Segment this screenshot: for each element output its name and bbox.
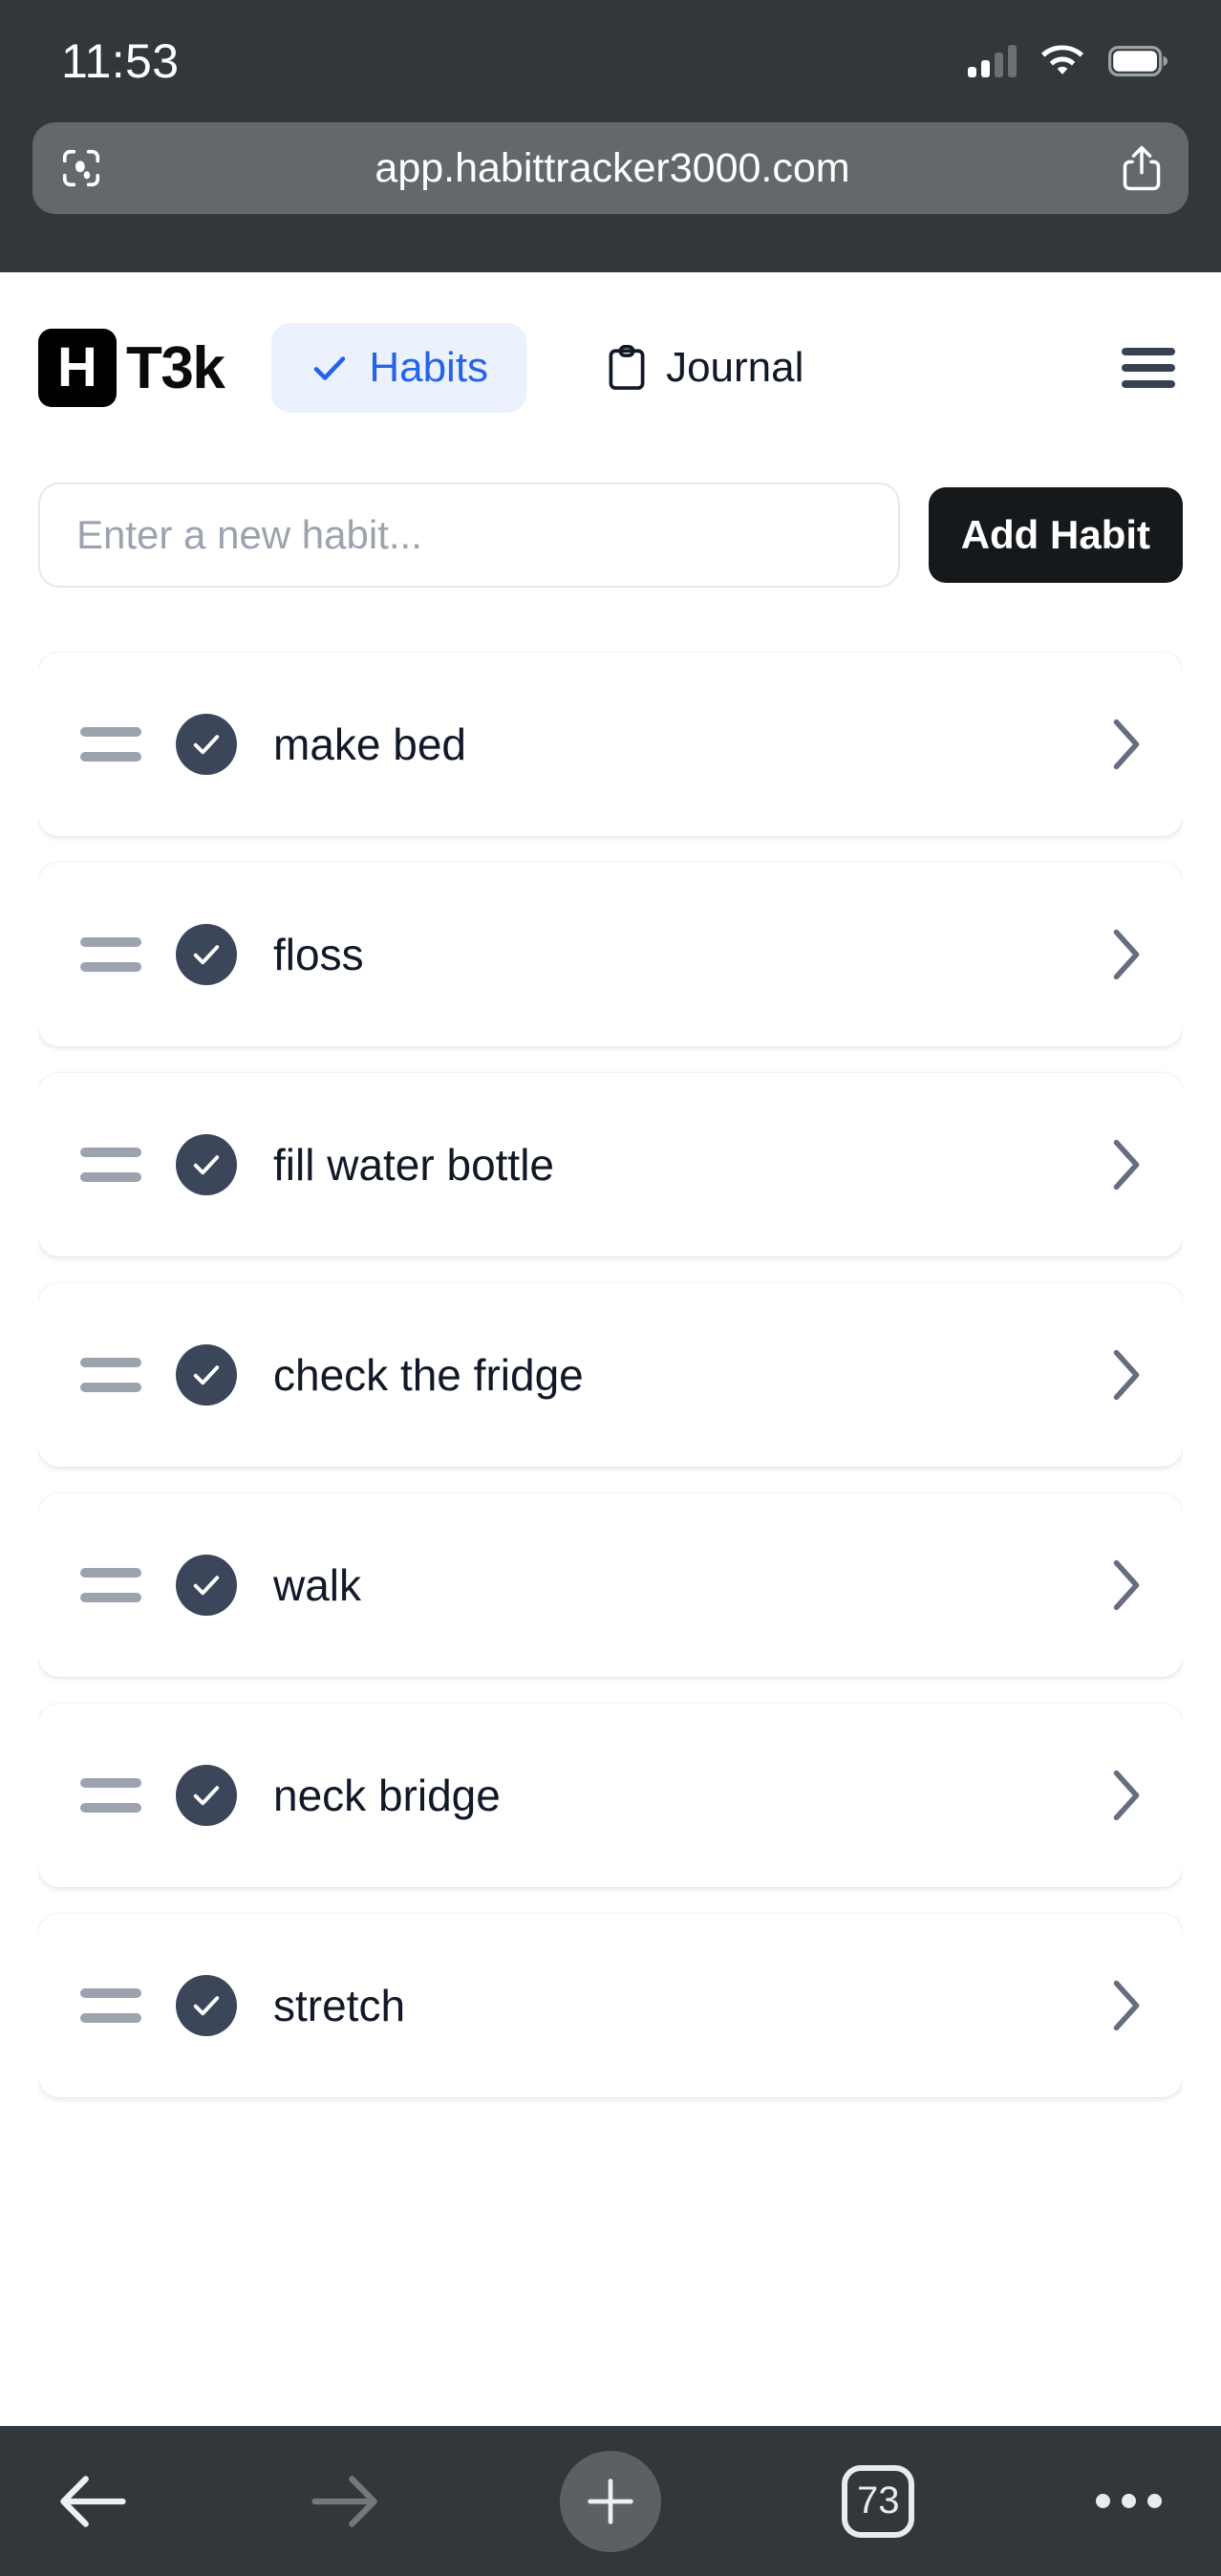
add-habit-row: Add Habit bbox=[38, 463, 1183, 607]
check-icon bbox=[193, 1155, 220, 1175]
habit-name: check the fridge bbox=[273, 1350, 584, 1400]
app-header: H T3k Habits Journal bbox=[38, 272, 1183, 463]
chevron-right-icon[interactable] bbox=[1110, 1348, 1143, 1402]
browser-bottom-toolbar: 73 bbox=[0, 2426, 1221, 2576]
drag-handle-icon[interactable] bbox=[80, 937, 141, 972]
check-icon bbox=[314, 356, 346, 380]
chevron-right-icon[interactable] bbox=[1110, 928, 1143, 981]
habit-row[interactable]: neck bridge bbox=[38, 1704, 1183, 1887]
drag-handle-icon[interactable] bbox=[80, 1778, 141, 1813]
cellular-signal-icon bbox=[968, 45, 1017, 77]
brand-logo[interactable]: H T3k bbox=[38, 329, 225, 407]
browser-top-chrome: 11:53 app.habittracker3000.com bbox=[0, 0, 1221, 272]
habit-checkbox[interactable] bbox=[176, 924, 237, 985]
habit-row[interactable]: walk bbox=[38, 1493, 1183, 1677]
habit-name: neck bridge bbox=[273, 1771, 501, 1820]
check-icon bbox=[193, 1365, 220, 1385]
habit-checkbox[interactable] bbox=[176, 1555, 237, 1616]
drag-handle-icon[interactable] bbox=[80, 1988, 141, 2023]
check-icon bbox=[193, 945, 220, 965]
chevron-right-icon[interactable] bbox=[1110, 718, 1143, 771]
brand-mark-icon: H bbox=[38, 329, 117, 407]
check-icon bbox=[193, 1576, 220, 1596]
chevron-right-icon[interactable] bbox=[1110, 1138, 1143, 1191]
habit-name: floss bbox=[273, 930, 364, 979]
new-habit-input[interactable] bbox=[38, 483, 900, 588]
habit-row[interactable]: stretch bbox=[38, 1914, 1183, 2097]
drag-handle-icon[interactable] bbox=[80, 1358, 141, 1392]
new-tab-button[interactable] bbox=[559, 2450, 661, 2552]
habit-row[interactable]: make bed bbox=[38, 653, 1183, 836]
back-arrow-icon bbox=[60, 2475, 126, 2527]
habit-checkbox[interactable] bbox=[176, 1765, 237, 1826]
status-time: 11:53 bbox=[61, 34, 180, 88]
chevron-right-icon[interactable] bbox=[1110, 1979, 1143, 2032]
habit-name: walk bbox=[273, 1560, 362, 1610]
habit-checkbox[interactable] bbox=[176, 1344, 237, 1406]
new-tab-circle bbox=[559, 2450, 661, 2552]
wifi-icon bbox=[1041, 45, 1083, 75]
drag-handle-icon[interactable] bbox=[80, 727, 141, 762]
scan-camera-icon[interactable] bbox=[59, 146, 103, 190]
share-icon[interactable] bbox=[1122, 145, 1162, 191]
habit-list: make bed floss fill water bottle check the … bbox=[38, 607, 1183, 2426]
url-bar[interactable]: app.habittracker3000.com bbox=[32, 122, 1189, 214]
drag-handle-icon[interactable] bbox=[80, 1568, 141, 1602]
url-text[interactable]: app.habittracker3000.com bbox=[103, 145, 1122, 192]
tab-habits-label: Habits bbox=[369, 344, 489, 391]
forward-button[interactable] bbox=[310, 2472, 378, 2531]
habit-row[interactable]: check the fridge bbox=[38, 1283, 1183, 1467]
hamburger-menu-icon[interactable] bbox=[1122, 348, 1175, 388]
phone-screen: 11:53 app.habittracker3000.com H T3k Hab… bbox=[0, 0, 1221, 2576]
tab-journal-label: Journal bbox=[666, 344, 804, 391]
chevron-right-icon[interactable] bbox=[1110, 1558, 1143, 1612]
brand-name: T3k bbox=[126, 334, 225, 401]
habit-name: make bed bbox=[273, 719, 467, 769]
habit-row[interactable]: floss bbox=[38, 863, 1183, 1046]
plus-icon bbox=[587, 2478, 633, 2524]
habit-checkbox[interactable] bbox=[176, 1134, 237, 1195]
check-icon bbox=[193, 735, 220, 755]
forward-arrow-icon bbox=[311, 2475, 377, 2527]
clipboard-icon bbox=[609, 345, 645, 390]
more-menu-button[interactable] bbox=[1096, 2494, 1162, 2508]
check-icon bbox=[193, 1996, 220, 2016]
more-dots-icon bbox=[1096, 2494, 1162, 2508]
habit-checkbox[interactable] bbox=[176, 1975, 237, 2036]
habit-row[interactable]: fill water bottle bbox=[38, 1073, 1183, 1256]
add-habit-button[interactable]: Add Habit bbox=[928, 487, 1183, 583]
chevron-right-icon[interactable] bbox=[1110, 1769, 1143, 1822]
page-content: H T3k Habits Journal Enter a new habit..… bbox=[0, 272, 1221, 2426]
check-icon bbox=[193, 1786, 220, 1806]
nav-tabs: Habits Journal bbox=[224, 323, 1183, 413]
tab-switcher-button[interactable]: 73 bbox=[842, 2464, 915, 2538]
habit-name: stretch bbox=[273, 1981, 406, 2030]
tab-habits[interactable]: Habits bbox=[271, 323, 527, 413]
drag-handle-icon[interactable] bbox=[80, 1148, 141, 1182]
tab-journal[interactable]: Journal bbox=[568, 323, 842, 413]
battery-icon bbox=[1108, 46, 1167, 76]
status-indicators bbox=[968, 45, 1167, 77]
habit-checkbox[interactable] bbox=[176, 714, 237, 775]
habit-name: fill water bottle bbox=[273, 1140, 555, 1190]
tab-count-badge: 73 bbox=[842, 2464, 915, 2538]
status-bar: 11:53 bbox=[32, 0, 1189, 122]
back-button[interactable] bbox=[59, 2472, 128, 2531]
